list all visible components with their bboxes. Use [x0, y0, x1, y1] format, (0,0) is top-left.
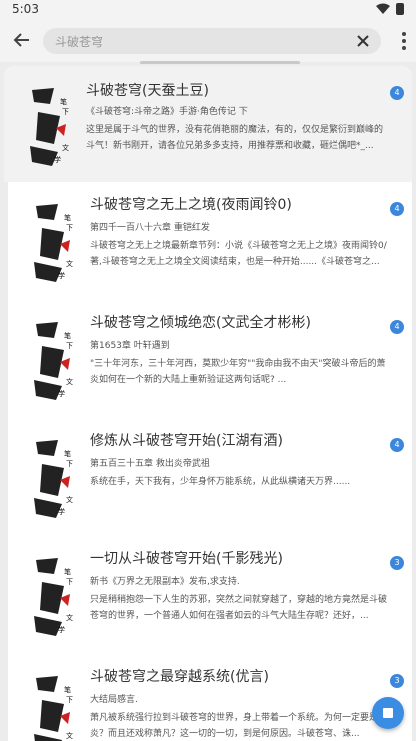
cover-text: 笔: [64, 567, 71, 576]
more-vertical-icon[interactable]: [402, 31, 406, 51]
cover-text: 下: [66, 696, 73, 704]
book-description: 萧凡被系统强行拉到斗破苍穹的世界，身上带着一个系统。为何一定要是萧炎？而且还戏称…: [90, 713, 388, 739]
cover-text: 学: [58, 625, 65, 634]
cover-text: 文: [66, 613, 73, 622]
cover-text: 文: [66, 731, 73, 740]
cover-text: 学: [54, 155, 61, 164]
battery-icon: [396, 3, 404, 15]
book-latest-chapter: 《斗破苍穹:斗帝之路》手游·角色传记 下: [86, 107, 248, 117]
book-cover: 笔 下 文 学: [34, 558, 73, 636]
book-title: 斗破苍穹之无上之境(夜雨闻铃0): [90, 197, 292, 213]
book-description: "三十年河东，三十年河西，莫欺少年穷""我命由我不由天"突破斗帝后的萧炎如何在一…: [90, 359, 386, 385]
cover-text: 笔: [64, 449, 71, 458]
status-time: 5:03: [12, 2, 39, 16]
book-title: 斗破苍穹之最穿越系统(优言): [90, 669, 269, 685]
book-description: 只是稍稍抱怨一下人生的苏邪，突然之间就穿越了，穿越的地方竟然是斗破苍穹的世界，一…: [90, 595, 388, 621]
book-cover: 笔 下 文 学: [34, 676, 73, 741]
source-count-badge: 4: [390, 202, 404, 216]
cover-text: 文: [66, 377, 73, 386]
search-input[interactable]: [55, 32, 345, 50]
cover-text: 学: [58, 271, 65, 280]
book-latest-chapter: 第四千一百八十六章 重铠红发: [90, 223, 210, 233]
cover-text: 下: [66, 224, 73, 232]
book-cover: 笔 下 文 学: [34, 322, 73, 400]
book-latest-chapter: 大结局感言.: [90, 695, 138, 705]
cover-text: 下: [66, 578, 73, 586]
book-title: 斗破苍穹(天蚕土豆): [86, 83, 209, 99]
close-icon[interactable]: [355, 33, 371, 49]
back-arrow-icon[interactable]: [12, 30, 32, 50]
cover-text: 文: [66, 495, 73, 504]
cover-text: 文: [62, 143, 69, 152]
wifi-icon: [376, 3, 390, 14]
source-count-badge: 4: [390, 438, 404, 452]
cover-text: 文: [66, 259, 73, 268]
status-bar: 5:03: [0, 0, 416, 20]
book-cover: 笔 下 文 学: [34, 204, 73, 282]
cover-text: 学: [58, 507, 65, 516]
source-count-badge: 3: [390, 556, 404, 570]
cover-text: 笔: [64, 331, 71, 340]
app-bar: [0, 20, 416, 62]
source-count-badge: 3: [390, 674, 404, 688]
book-description: 这里是属于斗气的世界，没有花俏艳丽的魔法，有的，仅仅是繁衍到巅峰的斗气！新书刚开…: [86, 125, 384, 151]
cover-text: 笔: [64, 213, 71, 222]
book-cover: 笔 下 文 学: [30, 88, 69, 166]
source-count-badge: 4: [390, 86, 404, 100]
book-latest-chapter: 新书《万界之无限副本》发布,求支持.: [90, 577, 240, 587]
book-title: 斗破苍穹之倾城绝恋(文武全才彬彬): [90, 315, 311, 331]
list-item[interactable]: 笔 下 文 学 斗破苍穹之无上之境(夜雨闻铃0) 第四千一百八十六章 重铠红发 …: [8, 182, 412, 300]
cover-text: 笔: [60, 97, 67, 106]
cover-text: 笔: [64, 685, 71, 694]
book-description: 斗破苍穹之无上之境最新章节列：小说《斗破苍穹之无上之境》夜雨闻铃0/著,斗破苍穹…: [90, 241, 387, 267]
book-latest-chapter: 第1653章 叶轩遇到: [90, 341, 170, 351]
cover-text: 学: [58, 389, 65, 398]
cover-text: 下: [66, 342, 73, 350]
source-count-badge: 4: [390, 320, 404, 334]
status-icons: [376, 3, 404, 15]
book-title: 一切从斗破苍穹开始(千影残光): [90, 551, 283, 567]
book-title: 修炼从斗破苍穹开始(江湖有酒): [90, 433, 283, 449]
stop-icon: [383, 708, 393, 718]
results-list: 笔 下 文 学 斗破苍穹(天蚕土豆) 《斗破苍穹:斗帝之路》手游·角色传记 下 …: [0, 62, 416, 741]
stop-search-button[interactable]: [372, 697, 404, 729]
cover-text: 下: [66, 460, 73, 468]
list-item[interactable]: 笔 下 文 学 斗破苍穹(天蚕土豆) 《斗破苍穹:斗帝之路》手游·角色传记 下 …: [4, 66, 412, 182]
book-description: 系统在手，天下我有，少年身怀万能系统，从此纵横诸天万界......: [90, 477, 351, 487]
list-item[interactable]: 笔 下 文 学 斗破苍穹之倾城绝恋(文武全才彬彬) 第1653章 叶轩遇到 "三…: [8, 300, 412, 418]
list-item[interactable]: 笔 下 文 学 一切从斗破苍穹开始(千影残光) 新书《万界之无限副本》发布,求支…: [8, 536, 412, 654]
cover-text: 下: [62, 108, 69, 116]
list-item[interactable]: 笔 下 文 学 修炼从斗破苍穹开始(江湖有酒) 第五百三十五章 救出炎帝武祖 系…: [8, 418, 412, 536]
list-item[interactable]: 笔 下 文 学 斗破苍穹之最穿越系统(优言) 大结局感言. 萧凡被系统强行拉到斗…: [8, 654, 412, 741]
book-latest-chapter: 第五百三十五章 救出炎帝武祖: [90, 459, 210, 469]
book-cover: 笔 下 文 学: [34, 440, 73, 518]
search-box[interactable]: [43, 28, 381, 54]
